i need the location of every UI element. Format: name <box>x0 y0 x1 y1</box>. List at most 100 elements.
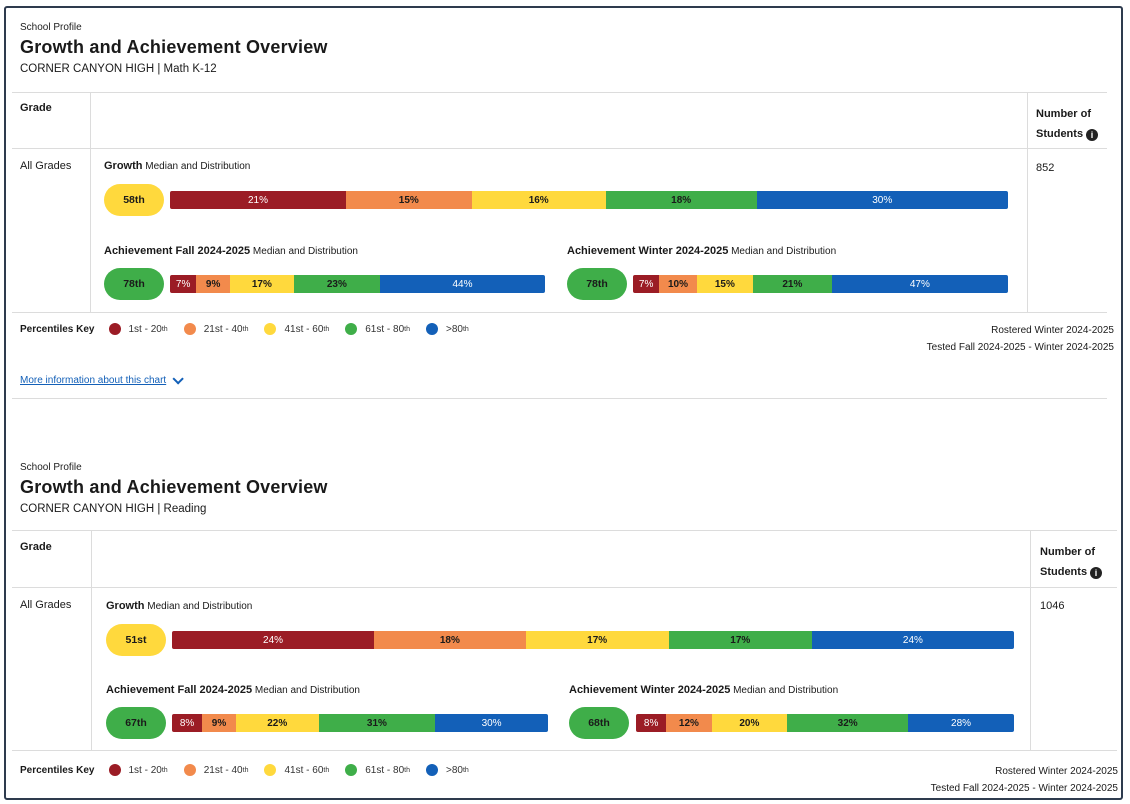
winter-title: Achievement Winter 2024-2025 <box>567 245 729 257</box>
fall-distribution-bar: 8% 9% 22% 31% 30% <box>172 714 548 732</box>
divider <box>12 92 1107 93</box>
key-label-suffix: th <box>404 325 410 333</box>
segment-above-80th: 28% <box>908 714 1014 732</box>
divider <box>12 398 1107 399</box>
grade-header: Grade <box>20 102 52 114</box>
segment-above-80th: 24% <box>811 631 1014 649</box>
students-header-line1: Number of <box>1036 108 1091 120</box>
rostered-tested-note: Rostered Winter 2024-2025 Tested Fall 20… <box>931 763 1118 797</box>
segment-61st-80th: 18% <box>605 191 757 209</box>
winter-distribution-bar: 8% 12% 20% 32% 28% <box>636 714 1014 732</box>
students-header: Number of Students i <box>1036 104 1099 144</box>
segment-21st-40th: 9% <box>202 714 236 732</box>
growth-distribution-bar: 24% 18% 17% 17% 24% <box>172 631 1014 649</box>
winter-title: Achievement Winter 2024-2025 <box>569 684 731 696</box>
growth-heading: Growth Median and Distribution <box>104 160 250 172</box>
segment-21st-40th: 9% <box>196 275 230 293</box>
fall-subtitle: Median and Distribution <box>254 685 360 696</box>
key-label-suffix: th <box>462 325 469 333</box>
segment-41st-60th: 15% <box>696 275 753 293</box>
key-item-2: 21st - 40th <box>183 323 248 335</box>
winter-median-badge: 78th <box>567 268 627 300</box>
segment-41st-60th: 22% <box>235 714 319 732</box>
info-icon[interactable]: i <box>1090 567 1103 579</box>
key-item-1: 1st - 20th <box>108 323 168 335</box>
key-label-suffix: th <box>323 325 330 333</box>
page-frame <box>4 6 1123 800</box>
more-info-link[interactable]: More information about this chart <box>20 372 184 386</box>
rostered-tested-note: Rostered Winter 2024-2025 Tested Fall 20… <box>927 322 1114 356</box>
section-subtitle: CORNER CANYON HIGH | Reading <box>20 503 207 515</box>
key-label: >80 <box>446 764 463 776</box>
segment-61st-80th: 23% <box>293 275 380 293</box>
growth-median-badge: 51st <box>106 624 166 656</box>
more-info-text[interactable]: More information about this chart <box>20 375 166 386</box>
color-dot-icon <box>183 764 196 776</box>
segment-61st-80th: 21% <box>753 275 832 293</box>
tested-text: Tested Fall 2024-2025 - Winter 2024-2025 <box>930 783 1118 794</box>
segment-1st-20th: 24% <box>172 631 375 649</box>
segment-above-80th: 30% <box>435 714 548 732</box>
student-count: 1046 <box>1040 600 1065 612</box>
growth-heading: Growth Median and Distribution <box>106 600 252 612</box>
segment-above-80th: 44% <box>380 275 545 293</box>
color-dot-icon <box>108 323 121 335</box>
color-dot-icon <box>426 323 438 335</box>
key-label: 21st - 40 <box>203 764 243 776</box>
section-title: Growth and Achievement Overview <box>20 477 328 497</box>
winter-heading: Achievement Winter 2024-2025 Median and … <box>569 684 838 696</box>
key-item-2: 21st - 40th <box>183 764 248 776</box>
segment-above-80th: 30% <box>756 191 1008 209</box>
key-label: 1st - 20 <box>128 323 162 335</box>
key-item-3: 41st - 60th <box>264 323 329 335</box>
segment-41st-60th: 17% <box>525 631 669 649</box>
tested-text: Tested Fall 2024-2025 - Winter 2024-2025 <box>926 342 1114 353</box>
divider <box>1030 530 1031 750</box>
students-header-line2: Students <box>1040 566 1088 578</box>
segment-1st-20th: 7% <box>633 275 660 293</box>
students-header-line1: Number of <box>1040 546 1095 558</box>
section-subtitle: CORNER CANYON HIGH | Math K-12 <box>20 63 217 75</box>
section-kicker: School Profile <box>20 22 82 33</box>
segment-21st-40th: 18% <box>374 631 526 649</box>
winter-heading: Achievement Winter 2024-2025 Median and … <box>567 245 836 257</box>
segment-1st-20th: 21% <box>170 191 346 209</box>
key-item-5: >80 th <box>426 764 469 776</box>
key-label: 61st - 80 <box>365 764 405 776</box>
segment-above-80th: 47% <box>831 275 1008 293</box>
color-dot-icon <box>426 764 438 776</box>
key-label: 41st - 60 <box>284 764 324 776</box>
percentiles-key-title: Percentiles Key <box>20 764 95 776</box>
key-label: 1st - 20 <box>128 764 162 776</box>
info-icon[interactable]: i <box>1086 129 1099 141</box>
divider <box>12 530 1117 531</box>
row-label: All Grades <box>20 599 72 611</box>
divider <box>91 530 92 750</box>
key-item-4: 61st - 80th <box>345 764 410 776</box>
color-dot-icon <box>345 323 358 335</box>
divider <box>1027 92 1028 312</box>
segment-41st-60th: 20% <box>711 714 788 732</box>
fall-title: Achievement Fall 2024-2025 <box>106 684 253 696</box>
row-label: All Grades <box>20 160 72 172</box>
key-label-suffix: th <box>404 766 410 774</box>
section-header: School Profile Growth and Achievement Ov… <box>20 462 1120 515</box>
rostered-text: Rostered Winter 2024-2025 <box>991 325 1114 336</box>
segment-61st-80th: 32% <box>787 714 909 732</box>
key-label-suffix: th <box>323 766 330 774</box>
segment-1st-20th: 8% <box>172 714 203 732</box>
key-item-1: 1st - 20th <box>108 764 168 776</box>
key-label-suffix: th <box>161 325 168 333</box>
color-dot-icon <box>345 764 358 776</box>
percentiles-key: Percentiles Key 1st - 20th 21st - 40th 41st… <box>20 323 485 335</box>
segment-41st-60th: 16% <box>471 191 606 209</box>
section-title: Growth and Achievement Overview <box>20 37 328 57</box>
color-dot-icon <box>264 764 277 776</box>
segment-41st-60th: 17% <box>230 275 294 293</box>
key-label: 21st - 40 <box>203 323 243 335</box>
fall-subtitle: Median and Distribution <box>252 246 358 257</box>
key-item-5: >80 th <box>426 323 469 335</box>
segment-21st-40th: 15% <box>345 191 472 209</box>
segment-21st-40th: 10% <box>659 275 697 293</box>
segment-61st-80th: 31% <box>318 714 436 732</box>
